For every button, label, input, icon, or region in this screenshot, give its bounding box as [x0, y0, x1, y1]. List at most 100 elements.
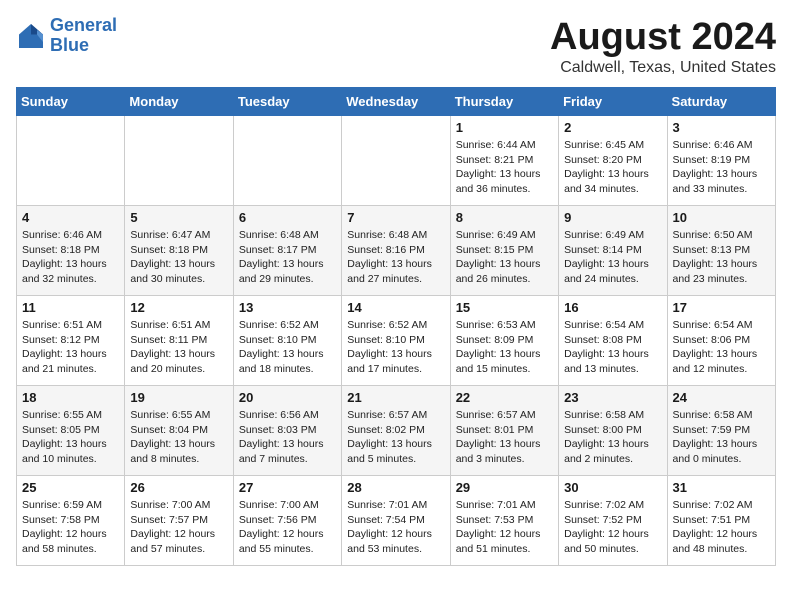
day-info: Sunrise: 6:46 AM Sunset: 8:18 PM Dayligh… — [22, 228, 119, 287]
day-info: Sunrise: 6:52 AM Sunset: 8:10 PM Dayligh… — [347, 318, 444, 377]
day-info: Sunrise: 7:02 AM Sunset: 7:52 PM Dayligh… — [564, 498, 661, 557]
weekday-header-thursday: Thursday — [450, 88, 558, 116]
calendar-cell: 24 Sunrise: 6:58 AM Sunset: 7:59 PM Dayli… — [667, 386, 775, 476]
day-number: 1 — [456, 120, 553, 135]
location-title: Caldwell, Texas, United States — [550, 59, 776, 77]
calendar-cell: 23 Sunrise: 6:58 AM Sunset: 8:00 PM Dayli… — [559, 386, 667, 476]
day-number: 9 — [564, 210, 661, 225]
weekday-header-wednesday: Wednesday — [342, 88, 450, 116]
calendar-cell — [342, 116, 450, 206]
day-info: Sunrise: 6:53 AM Sunset: 8:09 PM Dayligh… — [456, 318, 553, 377]
calendar-cell: 26 Sunrise: 7:00 AM Sunset: 7:57 PM Dayli… — [125, 476, 233, 566]
day-number: 29 — [456, 480, 553, 495]
logo-icon — [16, 21, 46, 51]
day-number: 7 — [347, 210, 444, 225]
calendar-cell: 16 Sunrise: 6:54 AM Sunset: 8:08 PM Dayli… — [559, 296, 667, 386]
calendar-cell — [233, 116, 341, 206]
day-number: 14 — [347, 300, 444, 315]
day-number: 12 — [130, 300, 227, 315]
calendar-cell: 28Sunrise: 7:01 AM Sunset: 7:54 PM Dayli… — [342, 476, 450, 566]
calendar-cell: 14 Sunrise: 6:52 AM Sunset: 8:10 PM Dayli… — [342, 296, 450, 386]
day-number: 16 — [564, 300, 661, 315]
calendar-cell: 9 Sunrise: 6:49 AM Sunset: 8:14 PM Daylig… — [559, 206, 667, 296]
calendar-cell: 25 Sunrise: 6:59 AM Sunset: 7:58 PM Dayli… — [17, 476, 125, 566]
day-info: Sunrise: 6:45 AM Sunset: 8:20 PM Dayligh… — [564, 138, 661, 197]
weekday-header-saturday: Saturday — [667, 88, 775, 116]
calendar-cell — [17, 116, 125, 206]
day-info: Sunrise: 6:54 AM Sunset: 8:06 PM Dayligh… — [673, 318, 770, 377]
day-number: 10 — [673, 210, 770, 225]
day-number: 25 — [22, 480, 119, 495]
calendar-cell: 1 Sunrise: 6:44 AM Sunset: 8:21 PM Daylig… — [450, 116, 558, 206]
calendar-cell: 17Sunrise: 6:54 AM Sunset: 8:06 PM Dayli… — [667, 296, 775, 386]
title-area: August 2024 Caldwell, Texas, United Stat… — [550, 16, 776, 77]
weekday-header-monday: Monday — [125, 88, 233, 116]
day-number: 23 — [564, 390, 661, 405]
weekday-header-sunday: Sunday — [17, 88, 125, 116]
day-info: Sunrise: 6:50 AM Sunset: 8:13 PM Dayligh… — [673, 228, 770, 287]
calendar-cell: 15Sunrise: 6:53 AM Sunset: 8:09 PM Dayli… — [450, 296, 558, 386]
day-number: 26 — [130, 480, 227, 495]
weekday-header-friday: Friday — [559, 88, 667, 116]
calendar-cell: 30 Sunrise: 7:02 AM Sunset: 7:52 PM Dayli… — [559, 476, 667, 566]
day-number: 13 — [239, 300, 336, 315]
logo-line1: General — [50, 15, 117, 35]
calendar-cell: 12 Sunrise: 6:51 AM Sunset: 8:11 PM Dayli… — [125, 296, 233, 386]
day-info: Sunrise: 6:52 AM Sunset: 8:10 PM Dayligh… — [239, 318, 336, 377]
day-info: Sunrise: 6:55 AM Sunset: 8:05 PM Dayligh… — [22, 408, 119, 467]
day-number: 31 — [673, 480, 770, 495]
day-number: 24 — [673, 390, 770, 405]
day-info: Sunrise: 6:48 AM Sunset: 8:17 PM Dayligh… — [239, 228, 336, 287]
week-row-4: 18 Sunrise: 6:55 AM Sunset: 8:05 PM Dayli… — [17, 386, 776, 476]
day-info: Sunrise: 6:56 AM Sunset: 8:03 PM Dayligh… — [239, 408, 336, 467]
page-header: General Blue August 2024 Caldwell, Texas… — [16, 16, 776, 77]
calendar-cell: 10 Sunrise: 6:50 AM Sunset: 8:13 PM Dayli… — [667, 206, 775, 296]
day-number: 21 — [347, 390, 444, 405]
logo-text: General Blue — [50, 16, 117, 56]
day-info: Sunrise: 6:49 AM Sunset: 8:15 PM Dayligh… — [456, 228, 553, 287]
calendar-cell: 3Sunrise: 6:46 AM Sunset: 8:19 PM Daylig… — [667, 116, 775, 206]
weekday-header-tuesday: Tuesday — [233, 88, 341, 116]
week-row-2: 4 Sunrise: 6:46 AM Sunset: 8:18 PM Daylig… — [17, 206, 776, 296]
calendar-cell: 2 Sunrise: 6:45 AM Sunset: 8:20 PM Daylig… — [559, 116, 667, 206]
day-info: Sunrise: 7:00 AM Sunset: 7:57 PM Dayligh… — [130, 498, 227, 557]
day-info: Sunrise: 6:47 AM Sunset: 8:18 PM Dayligh… — [130, 228, 227, 287]
calendar-cell: 5 Sunrise: 6:47 AM Sunset: 8:18 PM Daylig… — [125, 206, 233, 296]
day-info: Sunrise: 6:54 AM Sunset: 8:08 PM Dayligh… — [564, 318, 661, 377]
day-info: Sunrise: 6:44 AM Sunset: 8:21 PM Dayligh… — [456, 138, 553, 197]
day-info: Sunrise: 6:58 AM Sunset: 8:00 PM Dayligh… — [564, 408, 661, 467]
day-number: 4 — [22, 210, 119, 225]
calendar-cell: 27 Sunrise: 7:00 AM Sunset: 7:56 PM Dayli… — [233, 476, 341, 566]
day-info: Sunrise: 7:02 AM Sunset: 7:51 PM Dayligh… — [673, 498, 770, 557]
calendar-cell: 29Sunrise: 7:01 AM Sunset: 7:53 PM Dayli… — [450, 476, 558, 566]
day-info: Sunrise: 6:59 AM Sunset: 7:58 PM Dayligh… — [22, 498, 119, 557]
day-info: Sunrise: 6:49 AM Sunset: 8:14 PM Dayligh… — [564, 228, 661, 287]
day-info: Sunrise: 6:57 AM Sunset: 8:01 PM Dayligh… — [456, 408, 553, 467]
day-info: Sunrise: 6:51 AM Sunset: 8:11 PM Dayligh… — [130, 318, 227, 377]
day-number: 30 — [564, 480, 661, 495]
week-row-5: 25 Sunrise: 6:59 AM Sunset: 7:58 PM Dayli… — [17, 476, 776, 566]
day-number: 5 — [130, 210, 227, 225]
day-number: 2 — [564, 120, 661, 135]
calendar-cell: 11Sunrise: 6:51 AM Sunset: 8:12 PM Dayli… — [17, 296, 125, 386]
day-number: 18 — [22, 390, 119, 405]
calendar-cell: 13 Sunrise: 6:52 AM Sunset: 8:10 PM Dayli… — [233, 296, 341, 386]
calendar-cell: 19Sunrise: 6:55 AM Sunset: 8:04 PM Dayli… — [125, 386, 233, 476]
calendar-cell: 20Sunrise: 6:56 AM Sunset: 8:03 PM Dayli… — [233, 386, 341, 476]
calendar-cell: 31 Sunrise: 7:02 AM Sunset: 7:51 PM Dayli… — [667, 476, 775, 566]
day-number: 6 — [239, 210, 336, 225]
day-info: Sunrise: 6:48 AM Sunset: 8:16 PM Dayligh… — [347, 228, 444, 287]
day-info: Sunrise: 6:58 AM Sunset: 7:59 PM Dayligh… — [673, 408, 770, 467]
calendar-cell: 7 Sunrise: 6:48 AM Sunset: 8:16 PM Daylig… — [342, 206, 450, 296]
day-number: 22 — [456, 390, 553, 405]
calendar-table: SundayMondayTuesdayWednesdayThursdayFrid… — [16, 87, 776, 566]
calendar-cell — [125, 116, 233, 206]
day-info: Sunrise: 7:00 AM Sunset: 7:56 PM Dayligh… — [239, 498, 336, 557]
calendar-body: 1 Sunrise: 6:44 AM Sunset: 8:21 PM Daylig… — [17, 116, 776, 566]
day-number: 27 — [239, 480, 336, 495]
day-number: 3 — [673, 120, 770, 135]
calendar-cell: 18 Sunrise: 6:55 AM Sunset: 8:05 PM Dayli… — [17, 386, 125, 476]
day-info: Sunrise: 6:57 AM Sunset: 8:02 PM Dayligh… — [347, 408, 444, 467]
calendar-cell: 8Sunrise: 6:49 AM Sunset: 8:15 PM Daylig… — [450, 206, 558, 296]
month-title: August 2024 — [550, 16, 776, 59]
